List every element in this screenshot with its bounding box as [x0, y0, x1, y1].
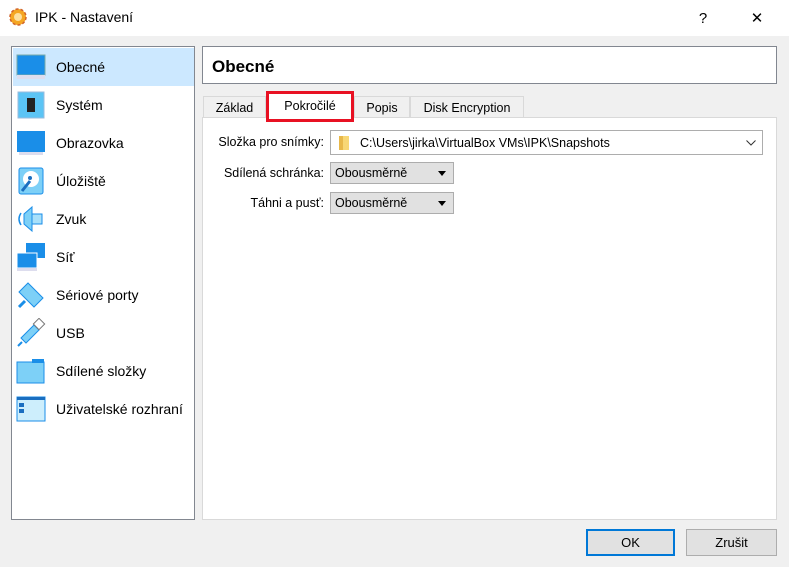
- usb-icon: [17, 318, 46, 347]
- sidebar-item-general[interactable]: Obecné: [13, 48, 194, 86]
- snapshot-folder-label: Složka pro snímky:: [218, 135, 324, 149]
- close-button[interactable]: ✕: [734, 0, 780, 36]
- sidebar-item-label: Síť: [56, 249, 75, 265]
- settings-sidebar: Obecné Systém Obrazovka Úložiště Zvuk Sí…: [11, 46, 195, 520]
- drag-drop-value: Obousměrně: [335, 196, 408, 210]
- sidebar-item-label: Zvuk: [56, 211, 87, 227]
- sidebar-item-serial-ports[interactable]: Sériové porty: [13, 276, 194, 314]
- chevron-down-icon: [746, 140, 756, 146]
- storage-disk-icon: [18, 167, 44, 195]
- cancel-button[interactable]: Zrušit: [686, 529, 777, 556]
- general-monitor-icon: [16, 54, 46, 79]
- sidebar-item-label: Sériové porty: [56, 287, 139, 303]
- shared-clipboard-value: Obousměrně: [335, 166, 408, 180]
- sidebar-item-label: Systém: [56, 97, 103, 113]
- page-title: Obecné: [212, 57, 275, 76]
- speaker-icon: [18, 205, 43, 233]
- sidebar-item-label: Sdílené složky: [56, 363, 147, 379]
- sidebar-item-label: USB: [56, 325, 85, 341]
- shared-clipboard-label: Sdílená schránka:: [223, 166, 324, 180]
- serial-port-icon: [17, 282, 44, 309]
- network-icon: [16, 243, 45, 271]
- folder-icon: [339, 136, 349, 150]
- sidebar-item-display[interactable]: Obrazovka: [13, 124, 194, 162]
- sidebar-item-network[interactable]: Síť: [13, 238, 194, 276]
- sidebar-item-label: Úložiště: [56, 173, 106, 189]
- sidebar-item-usb[interactable]: USB: [13, 314, 194, 352]
- tab-description[interactable]: Popis: [354, 96, 410, 118]
- chip-icon: [17, 91, 45, 119]
- sidebar-item-shared-folders[interactable]: Sdílené složky: [13, 352, 194, 390]
- shared-folder-icon: [16, 359, 45, 384]
- snapshot-folder-combo[interactable]: C:\Users\jirka\VirtualBox VMs\IPK\Snapsh…: [330, 130, 763, 155]
- tab-disk-encryption[interactable]: Disk Encryption: [410, 96, 524, 118]
- dropdown-arrow-icon: [438, 171, 446, 176]
- sidebar-item-label: Obecné: [56, 59, 106, 75]
- drag-drop-select[interactable]: Obousměrně: [330, 192, 454, 214]
- snapshot-folder-value: C:\Users\jirka\VirtualBox VMs\IPK\Snapsh…: [360, 135, 610, 150]
- ok-button[interactable]: OK: [586, 529, 675, 556]
- virtualbox-app-icon: [9, 8, 27, 26]
- sidebar-item-label: Obrazovka: [56, 135, 124, 151]
- sidebar-item-user-interface[interactable]: Uživatelské rozhraní: [13, 390, 194, 428]
- sidebar-item-system[interactable]: Systém: [13, 86, 194, 124]
- drag-drop-label: Táhni a pusť:: [250, 196, 324, 210]
- tab-basic[interactable]: Základ: [203, 96, 266, 118]
- dropdown-arrow-icon: [438, 201, 446, 206]
- window-title: IPK - Nastavení: [35, 9, 134, 25]
- user-interface-icon: [16, 396, 46, 422]
- section-header: Obecné: [202, 46, 777, 84]
- sidebar-item-audio[interactable]: Zvuk: [13, 200, 194, 238]
- display-icon: [17, 131, 45, 155]
- title-bar: IPK - Nastavení ? ✕: [0, 0, 789, 36]
- help-button[interactable]: ?: [680, 0, 726, 36]
- shared-clipboard-select[interactable]: Obousměrně: [330, 162, 454, 184]
- sidebar-item-label: Uživatelské rozhraní: [56, 401, 183, 417]
- tab-advanced[interactable]: Pokročilé: [266, 92, 354, 118]
- sidebar-item-storage[interactable]: Úložiště: [13, 162, 194, 200]
